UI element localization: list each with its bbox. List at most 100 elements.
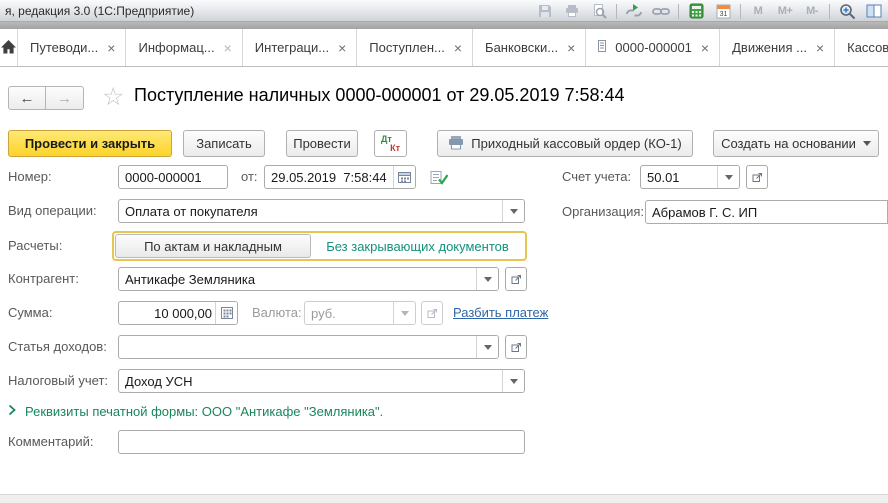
currency-input: руб. <box>304 301 416 325</box>
calculator-icon[interactable] <box>686 2 706 20</box>
close-icon[interactable]: × <box>107 41 115 55</box>
tab-integratsiya[interactable]: Интеграци... × <box>243 29 358 66</box>
print-preview-icon[interactable] <box>589 2 609 20</box>
settlements-option-acts[interactable]: По актам и накладным <box>115 234 311 258</box>
counterparty-dropdown-button[interactable] <box>476 268 498 290</box>
income-item-dropdown-button[interactable] <box>476 336 498 358</box>
cash-order-print-button[interactable]: Приходный кассовый ордер (КО-1) <box>437 130 693 157</box>
tax-accounting-dropdown-button[interactable] <box>502 370 524 392</box>
chevron-down-icon <box>484 277 492 282</box>
create-based-on-button[interactable]: Создать на основании <box>713 130 879 157</box>
app-window: я, редакция 3.0 (1С:Предприятие) 31 M M+… <box>0 0 888 503</box>
close-icon[interactable]: × <box>701 41 709 55</box>
amount-input[interactable]: 10 000,00 <box>118 301 238 325</box>
split-payment-link[interactable]: Разбить платеж <box>453 301 548 325</box>
currency-label: Валюта: <box>252 301 302 325</box>
account-input[interactable]: 50.01 <box>640 165 740 189</box>
chevron-down-icon <box>863 141 871 146</box>
close-icon[interactable]: × <box>224 41 232 55</box>
tab-bar: Путеводи... × Информац... × Интеграци...… <box>0 29 888 67</box>
tab-postupleniya[interactable]: Поступлен... × <box>357 29 473 66</box>
add-link-icon[interactable] <box>624 2 644 20</box>
copy-link-icon[interactable] <box>651 2 671 20</box>
currency-open-button <box>421 301 443 325</box>
title-bar: я, редакция 3.0 (1С:Предприятие) 31 M M+… <box>0 0 888 22</box>
organization-input[interactable] <box>645 200 888 224</box>
memory-minus-icon[interactable]: M- <box>802 2 822 20</box>
toolbar-separator <box>678 4 679 19</box>
tab-bankovskie[interactable]: Банковски... × <box>473 29 586 66</box>
account-label: Счет учета: <box>562 165 631 189</box>
zoom-icon[interactable] <box>837 2 857 20</box>
print-icon[interactable] <box>562 2 582 20</box>
counterparty-label: Контрагент: <box>8 267 79 291</box>
settlements-toggle: По актам и накладным Без закрывающих док… <box>112 231 527 261</box>
toolbar-separator <box>616 4 617 19</box>
tab-label: Информац... <box>138 40 214 55</box>
amount-label: Сумма: <box>8 301 52 325</box>
income-item-label: Статья доходов: <box>8 335 107 359</box>
tab-putevoditel[interactable]: Путеводи... × <box>18 29 126 66</box>
close-icon[interactable]: × <box>816 41 824 55</box>
dt-kt-icon: Дт Кт <box>375 131 406 156</box>
tab-home[interactable] <box>0 29 18 66</box>
chevron-down-icon <box>484 345 492 350</box>
counterparty-open-button[interactable] <box>505 267 527 291</box>
favorite-star-icon[interactable]: ☆ <box>102 82 124 112</box>
post-and-close-button[interactable]: Провести и закрыть <box>8 130 172 157</box>
back-button[interactable]: ← <box>8 86 46 110</box>
currency-dropdown-button <box>393 302 415 324</box>
window-border-strip <box>0 22 888 29</box>
close-icon[interactable]: × <box>454 41 462 55</box>
date-label: от: <box>241 165 258 189</box>
tab-label: Путеводи... <box>30 40 98 55</box>
income-item-input[interactable] <box>118 335 499 359</box>
operation-type-input[interactable]: Оплата от покупателя <box>118 199 525 223</box>
account-dropdown-button[interactable] <box>717 166 739 188</box>
tax-accounting-input[interactable]: Доход УСН <box>118 369 525 393</box>
number-input[interactable] <box>118 165 228 189</box>
tab-document[interactable]: 0000-000001 × <box>586 29 720 66</box>
memory-icon[interactable]: M <box>748 2 768 20</box>
tab-label: Интеграци... <box>255 40 329 55</box>
organization-label: Организация: <box>562 200 644 224</box>
number-label: Номер: <box>8 165 52 189</box>
save-button[interactable]: Записать <box>183 130 265 157</box>
memory-plus-icon[interactable]: M+ <box>775 2 795 20</box>
calculator-button[interactable] <box>215 302 237 324</box>
comment-input[interactable] <box>118 430 525 454</box>
chevron-down-icon <box>401 311 409 316</box>
calendar-picker-button[interactable] <box>393 166 415 188</box>
printer-icon <box>448 135 464 153</box>
split-window-icon[interactable] <box>864 2 884 20</box>
print-form-details-expander[interactable]: Реквизиты печатной формы: ООО "Антикафе … <box>8 404 383 419</box>
forward-button[interactable]: → <box>46 86 84 110</box>
income-item-open-button[interactable] <box>505 335 527 359</box>
chevron-down-icon <box>725 175 733 180</box>
tab-label: 0000-000001 <box>615 40 692 55</box>
post-button[interactable]: Провести <box>286 130 358 157</box>
counterparty-input[interactable]: Антикафе Земляника <box>118 267 499 291</box>
chevron-down-icon <box>510 209 518 214</box>
tab-label: Банковски... <box>485 40 558 55</box>
tab-dvizheniya[interactable]: Движения ... × <box>720 29 835 66</box>
save-icon[interactable] <box>535 2 555 20</box>
tab-informatsiya[interactable]: Информац... × <box>126 29 242 66</box>
close-icon[interactable]: × <box>567 41 575 55</box>
calendar-icon[interactable]: 31 <box>713 2 733 20</box>
operation-type-dropdown-button[interactable] <box>502 200 524 222</box>
close-icon[interactable]: × <box>338 41 346 55</box>
chevron-down-icon <box>510 379 518 384</box>
account-open-button[interactable] <box>746 165 768 189</box>
settlements-option-no-docs[interactable]: Без закрывающих документов <box>311 234 524 258</box>
tab-kassovye[interactable]: Кассовые ... <box>835 29 888 66</box>
history-nav: ← → <box>8 86 84 110</box>
tax-accounting-label: Налоговый учет: <box>8 369 108 393</box>
document-icon <box>598 40 606 55</box>
document-check-icon[interactable] <box>430 169 448 189</box>
window-title: я, редакция 3.0 (1С:Предприятие) <box>0 4 194 18</box>
date-input[interactable]: 29.05.2019 7:58:44 <box>264 165 416 189</box>
svg-text:31: 31 <box>719 11 727 18</box>
titlebar-toolbar: 31 M M+ M- <box>535 0 884 22</box>
dt-kt-button[interactable]: Дт Кт <box>374 130 407 157</box>
